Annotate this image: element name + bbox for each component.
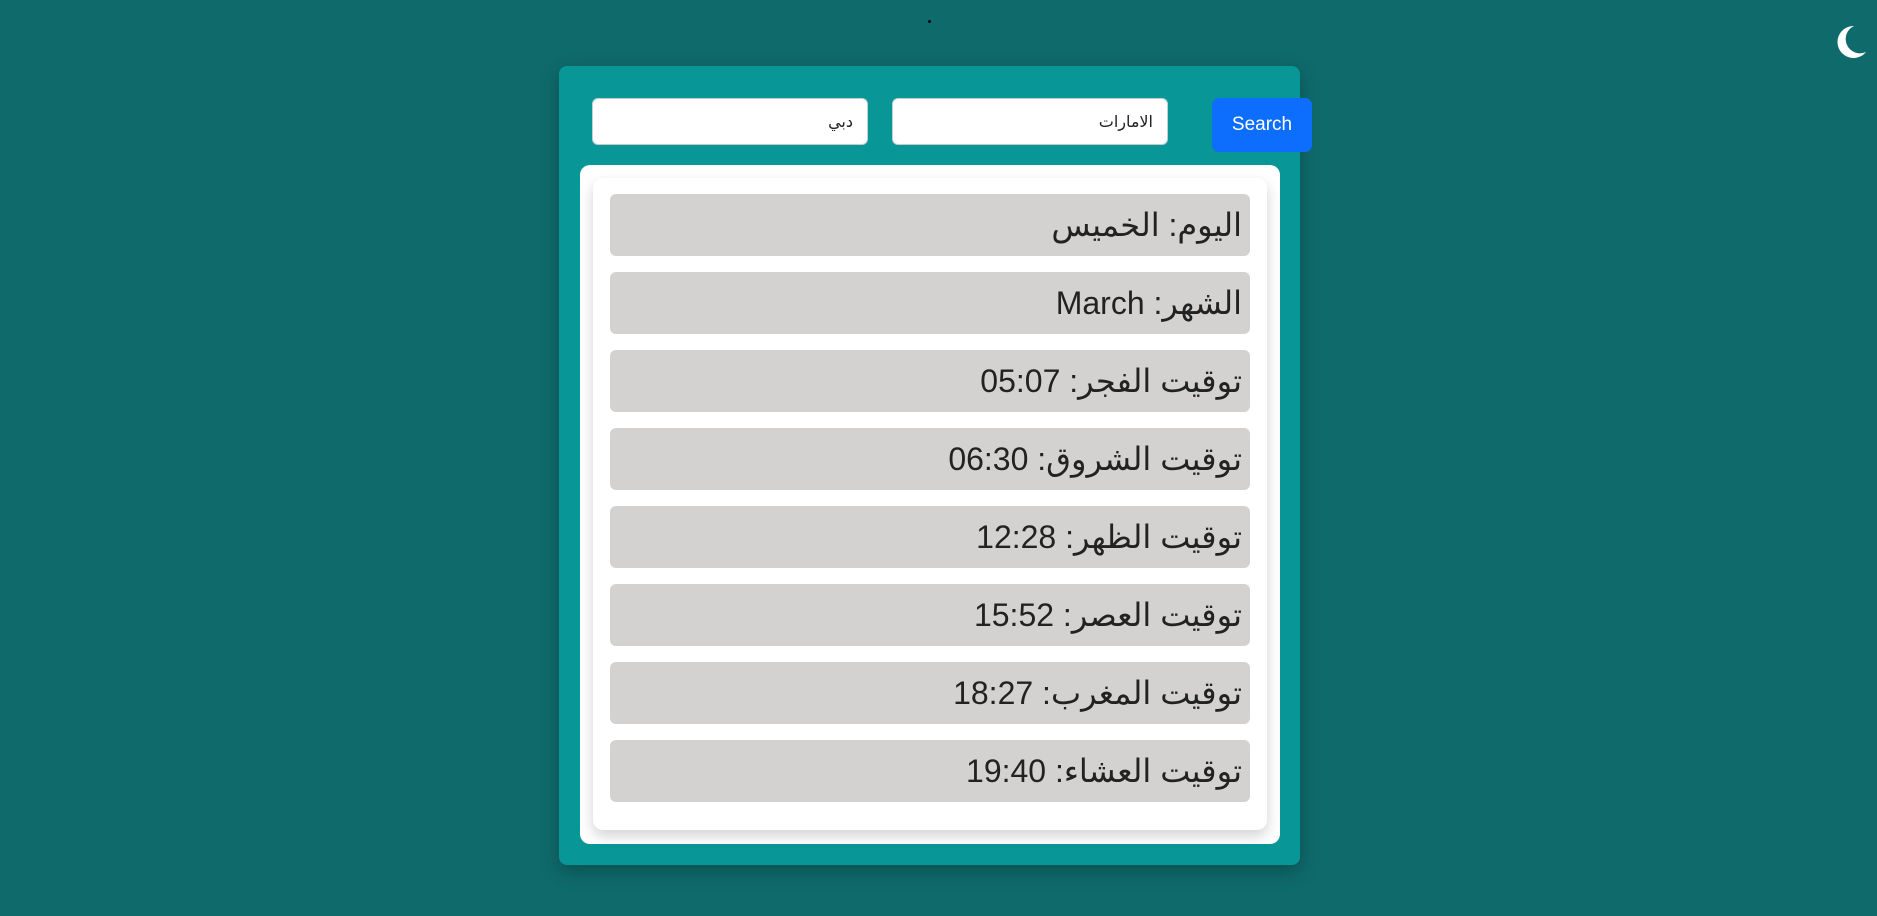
decorative-dot	[928, 20, 931, 23]
search-button[interactable]: Search	[1212, 98, 1312, 152]
isha-time: 19:40	[966, 753, 1047, 789]
results-container: اليوم: الخميس الشهر: March توقيت الفجر: …	[593, 178, 1267, 830]
month-value: March	[1055, 285, 1145, 321]
day-row: اليوم: الخميس	[610, 194, 1250, 256]
sunrise-label: توقيت الشروق:	[1037, 441, 1242, 477]
dhuhr-time: 12:28	[976, 519, 1057, 555]
maghrib-row: توقيت المغرب: 18:27	[610, 662, 1250, 724]
asr-row: توقيت العصر: 15:52	[610, 584, 1250, 646]
day-label: اليوم:	[1168, 207, 1242, 243]
prayer-times-list: اليوم: الخميس الشهر: March توقيت الفجر: …	[610, 194, 1250, 818]
fajr-row: توقيت الفجر: 05:07	[610, 350, 1250, 412]
maghrib-time: 18:27	[953, 675, 1034, 711]
city-input[interactable]	[592, 98, 868, 145]
moon-icon	[1837, 25, 1866, 58]
prayer-times-card: Search اليوم: الخميس الشهر: March توقيت …	[559, 66, 1312, 865]
dhuhr-label: توقيت الظهر:	[1065, 519, 1242, 555]
results-panel: اليوم: الخميس الشهر: March توقيت الفجر: …	[580, 165, 1280, 844]
maghrib-label: توقيت المغرب:	[1042, 675, 1242, 711]
search-form: Search	[592, 98, 1312, 152]
month-label: الشهر:	[1153, 285, 1242, 321]
isha-label: توقيت العشاء:	[1054, 753, 1242, 789]
dhuhr-row: توقيت الظهر: 12:28	[610, 506, 1250, 568]
day-value: الخميس	[1051, 207, 1160, 243]
asr-time: 15:52	[973, 597, 1055, 633]
sunrise-time: 06:30	[948, 441, 1029, 477]
theme-toggle-button[interactable]	[1830, 22, 1870, 62]
month-row: الشهر: March	[610, 272, 1250, 334]
sunrise-row: توقيت الشروق: 06:30	[610, 428, 1250, 490]
fajr-label: توقيت الفجر:	[1069, 363, 1242, 399]
asr-label: توقيت العصر:	[1062, 597, 1242, 633]
fajr-time: 05:07	[980, 363, 1061, 399]
isha-row: توقيت العشاء: 19:40	[610, 740, 1250, 802]
country-input[interactable]	[892, 98, 1168, 145]
